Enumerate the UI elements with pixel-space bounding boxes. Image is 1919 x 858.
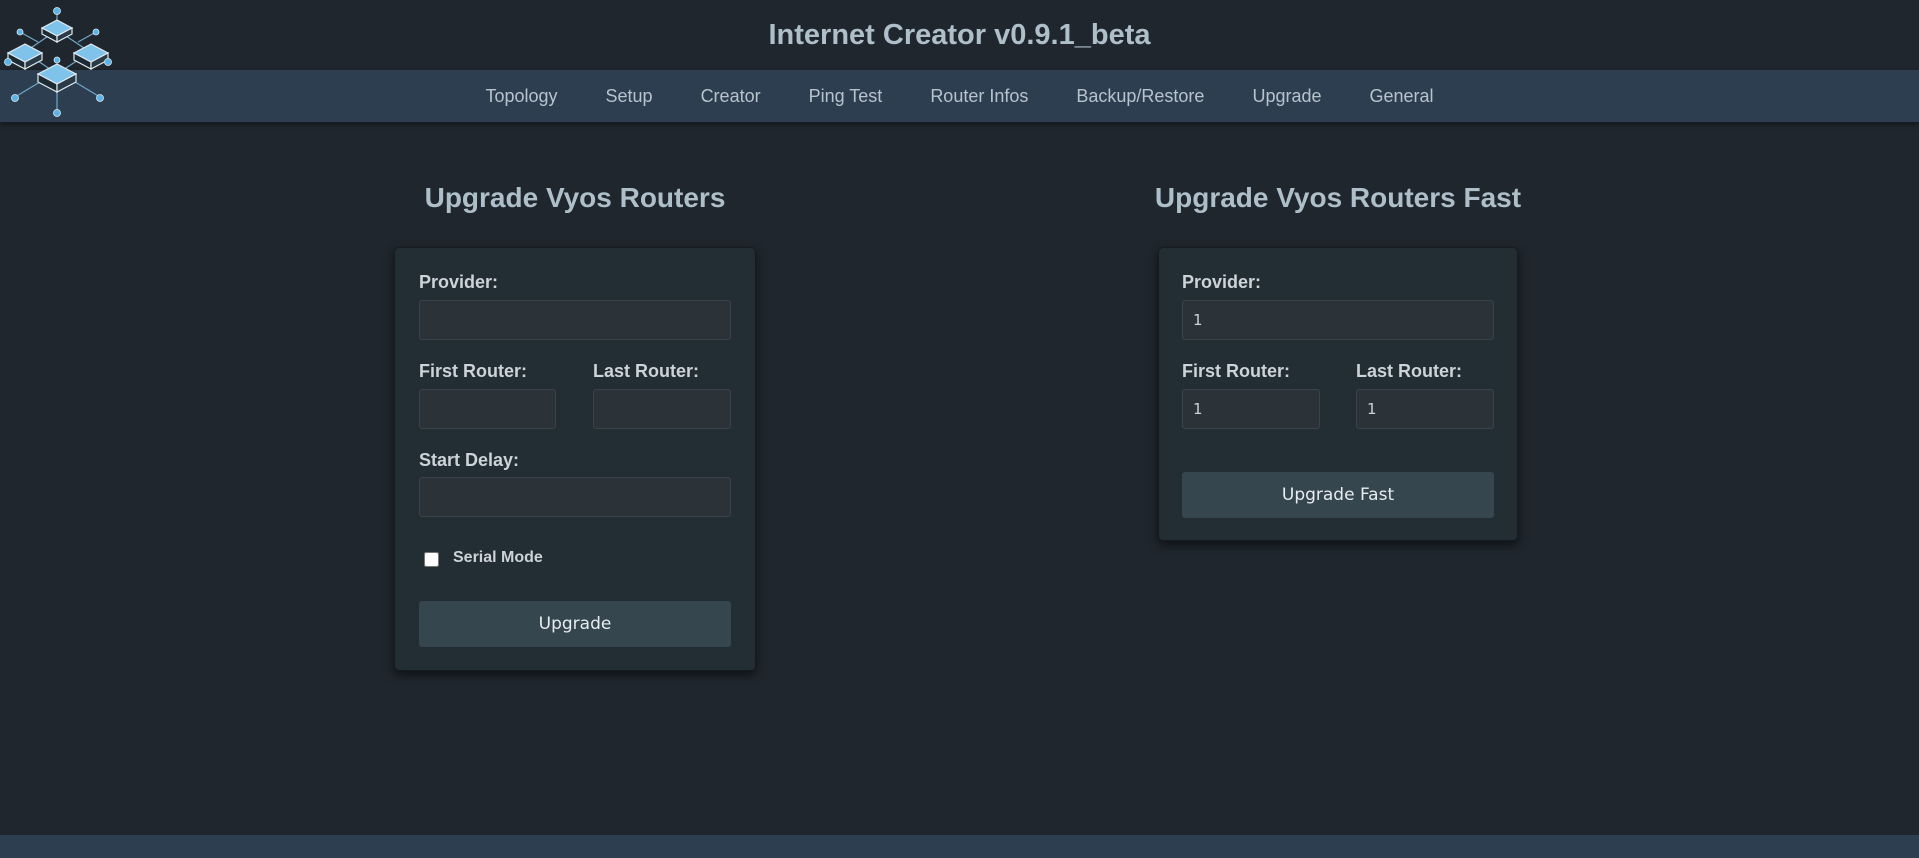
serial-mode-checkbox[interactable] (424, 552, 439, 567)
upgrade-section-title: Upgrade Vyos Routers (424, 182, 726, 213)
footer-bar (0, 835, 1919, 858)
upgrade-fast-provider-input[interactable] (1182, 300, 1494, 340)
nav-item-backup-restore[interactable]: Backup/Restore (1052, 86, 1228, 107)
upgrade-last-router-label: Last Router: (593, 361, 700, 381)
upgrade-provider-label: Provider: (419, 272, 499, 292)
upgrade-fast-last-router-input[interactable] (1356, 389, 1494, 429)
upgrade-fast-first-router-label: First Router: (1182, 361, 1290, 381)
upgrade-fast-provider-label: Provider: (1182, 272, 1262, 292)
nav-item-creator[interactable]: Creator (677, 86, 785, 107)
network-routers-logo-icon[interactable] (0, 2, 116, 118)
title-bar: Internet Creator v0.9.1_beta (0, 0, 1919, 70)
upgrade-button[interactable]: Upgrade (419, 601, 731, 647)
upgrade-fast-last-router-label: Last Router: (1356, 361, 1463, 381)
upgrade-last-router-input[interactable] (593, 389, 731, 429)
nav-bar: Topology Setup Creator Ping Test Router … (0, 70, 1919, 122)
serial-mode-label: Serial Mode (453, 549, 543, 566)
upgrade-first-router-label: First Router: (419, 361, 527, 381)
nav-item-setup[interactable]: Setup (582, 86, 677, 107)
nav-item-upgrade[interactable]: Upgrade (1228, 86, 1345, 107)
upgrade-first-router-input[interactable] (419, 389, 556, 429)
app-title: Internet Creator v0.9.1_beta (768, 19, 1151, 51)
upgrade-fast-button[interactable]: Upgrade Fast (1182, 472, 1494, 518)
upgrade-fast-first-router-input[interactable] (1182, 389, 1320, 429)
nav-item-topology[interactable]: Topology (461, 86, 581, 107)
upgrade-provider-input[interactable] (419, 300, 731, 340)
upgrade-fast-section-title: Upgrade Vyos Routers Fast (1154, 182, 1522, 213)
nav-item-router-infos[interactable]: Router Infos (906, 86, 1052, 107)
upgrade-start-delay-label: Start Delay: (419, 450, 520, 470)
upgrade-start-delay-input[interactable] (419, 477, 731, 517)
nav-item-general[interactable]: General (1346, 86, 1458, 107)
nav-item-ping-test[interactable]: Ping Test (785, 86, 907, 107)
